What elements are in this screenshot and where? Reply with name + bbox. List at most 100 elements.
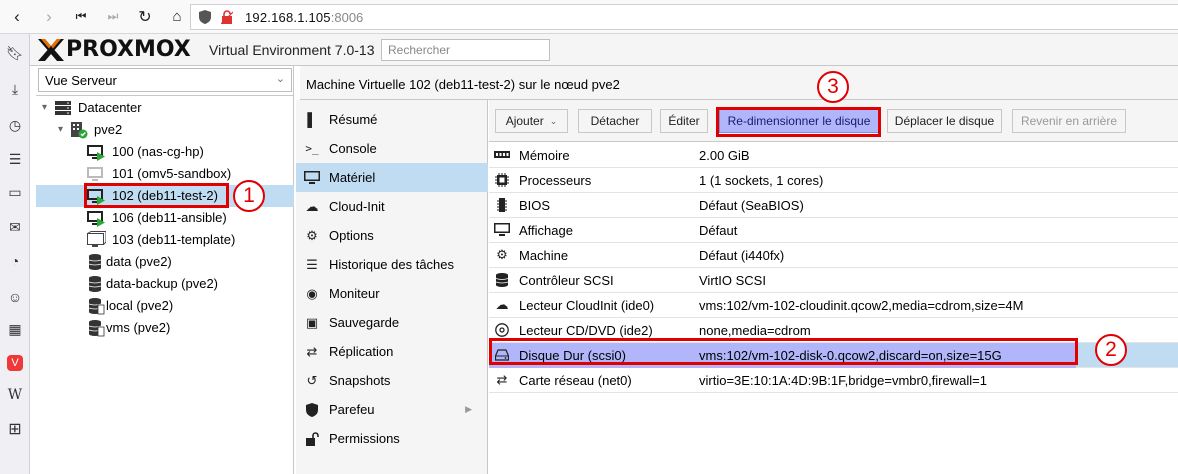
annotation-number-1: 1 [233, 180, 265, 212]
nav-label: Résumé [329, 112, 378, 127]
wikipedia-icon[interactable]: W [4, 384, 26, 406]
nav-item-task-history[interactable]: ☰ Historique des tâches [296, 250, 488, 279]
tree-label-datacenter: Datacenter [78, 100, 142, 115]
nav-item-replication[interactable]: ⇄ Réplication [296, 337, 488, 366]
gear-icon: ⚙ [306, 227, 318, 243]
hw-row-memory[interactable]: Mémoire 2.00 GiB [489, 143, 1178, 168]
hw-name: Contrôleur SCSI [519, 272, 614, 288]
hw-row-cloudinit[interactable]: ☁ Lecteur CloudInit (ide0) vms:102/vm-10… [489, 293, 1178, 318]
hw-row-machine[interactable]: ⚙ Machine Défaut (i440fx) [489, 243, 1178, 268]
back-icon[interactable]: ‹ [2, 3, 32, 31]
clock-icon[interactable]: ◷ [4, 114, 26, 136]
skip-forward-icon[interactable]: ⏭ [98, 3, 128, 31]
hardware-grid: Mémoire 2.00 GiB Processeurs 1 (1 socket… [489, 143, 1178, 474]
hw-value: Défaut (SeaBIOS) [699, 197, 804, 213]
collapse-icon[interactable]: ▾ [42, 102, 52, 113]
add-panel-icon[interactable]: ⊞ [4, 418, 26, 440]
nav-item-cloudinit[interactable]: ☁ Cloud-Init [296, 192, 488, 221]
reload-icon[interactable]: ↻ [130, 3, 160, 31]
move-disk-button[interactable]: Déplacer le disque [887, 109, 1002, 133]
tree-item-vm[interactable]: 100 (nas-cg-hp) [36, 141, 294, 163]
product-version: Virtual Environment 7.0-13 [209, 42, 375, 58]
view-select[interactable]: Vue Serveur ⌄ [38, 68, 292, 92]
add-button[interactable]: Ajouter ⌄ [495, 109, 568, 133]
hw-value: Défaut (i440fx) [699, 247, 785, 263]
nav-item-options[interactable]: ⚙ Options [296, 221, 488, 250]
bookmark-icon[interactable]: 🔖︎ [4, 42, 26, 64]
logo-text: PROXMOX [66, 37, 191, 62]
nav-item-console[interactable]: >_ Console [296, 134, 488, 163]
database-icon [88, 298, 105, 315]
pve-header: PROXMOX Virtual Environment 7.0-13 Reche… [30, 34, 1178, 66]
nav-item-snapshots[interactable]: ↺ Snapshots [296, 366, 488, 395]
mail-icon[interactable]: ✉ [4, 216, 26, 238]
url-port: :8006 [330, 9, 364, 25]
hw-value: 2.00 GiB [699, 147, 750, 163]
vivaldi-icon[interactable]: V [4, 352, 26, 374]
window-icon[interactable]: ▭ [4, 181, 26, 203]
tree-item-datacenter[interactable]: ▾ Datacenter [36, 97, 294, 119]
hw-row-display[interactable]: Affichage Défaut [489, 218, 1178, 243]
hw-name: Lecteur CloudInit (ide0) [519, 297, 655, 313]
resize-disk-button[interactable]: Re-dimensionner le disque [719, 109, 879, 133]
tree-item-node[interactable]: ▾ pve2 [36, 119, 294, 141]
cloud-icon: ☁ [305, 198, 319, 214]
hw-row-bios[interactable]: BIOS Défaut (SeaBIOS) [489, 193, 1178, 218]
revert-button[interactable]: Revenir en arrière [1012, 109, 1126, 133]
nav-item-permissions[interactable]: Permissions [296, 424, 488, 453]
tree-item-storage[interactable]: local (pve2) [36, 295, 294, 317]
forward-icon[interactable]: › [34, 3, 64, 31]
nav-item-firewall[interactable]: Parefeu ▶ [296, 395, 488, 424]
save-icon: ▣ [305, 314, 319, 330]
resource-tree: Vue Serveur ⌄ ▾ Datacenter ▾ pve2 100 (n… [36, 66, 294, 474]
nav-item-backup[interactable]: ▣ Sauvegarde [296, 308, 488, 337]
exchange-icon: ⇄ [496, 372, 508, 387]
tree-item-storage[interactable]: data (pve2) [36, 251, 294, 273]
hw-row-cdrom[interactable]: Lecteur CD/DVD (ide2) none,media=cdrom [489, 318, 1178, 343]
memory-icon [493, 146, 511, 164]
edit-button[interactable]: Éditer [660, 109, 708, 133]
nav-label: Sauvegarde [329, 315, 400, 330]
nav-label: Moniteur [329, 286, 380, 301]
nav-item-monitor[interactable]: ◉ Moniteur [296, 279, 488, 308]
tree-label-storage: local (pve2) [106, 298, 174, 313]
download-icon[interactable]: ⤓ [4, 78, 26, 100]
insecure-lock-icon [221, 10, 233, 24]
hw-value: 1 (1 sockets, 1 cores) [699, 172, 824, 188]
hw-name: Processeurs [519, 172, 592, 188]
tree-label-vm: 100 (nas-cg-hp) [112, 144, 204, 159]
address-bar[interactable]: 192.168.1.105:8006 [190, 4, 1178, 30]
hw-name: Carte réseau (net0) [519, 372, 632, 388]
calendar-icon[interactable]: ▦ [4, 318, 26, 340]
tree-item-storage[interactable]: data-backup (pve2) [36, 273, 294, 295]
hw-row-network[interactable]: ⇄ Carte réseau (net0) virtio=3E:10:1A:4D… [489, 368, 1178, 393]
skip-back-icon[interactable]: ⏮ [66, 3, 96, 31]
vm-nav: ▌ Résumé >_ Console Matériel ☁ Cloud-Ini… [296, 100, 488, 474]
chevron-right-icon[interactable]: ▶ [465, 404, 472, 415]
hw-value: virtio=3E:10:1A:4D:9B:1F,bridge=vmbr0,fi… [699, 372, 987, 388]
page-title: Machine Virtuelle 102 (deb11-test-2) sur… [300, 66, 1178, 100]
contacts-icon[interactable]: ☺ [4, 286, 26, 308]
tree-item-template[interactable]: 103 (deb11-template) [36, 229, 294, 251]
hw-row-harddisk[interactable]: Disque Dur (scsi0) vms:102/vm-102-disk-0… [489, 343, 1178, 368]
search-input[interactable]: Rechercher [381, 39, 550, 61]
tree-item-storage[interactable]: vms (pve2) [36, 317, 294, 339]
nav-label: Snapshots [329, 373, 391, 388]
chevron-down-icon: ⌄ [275, 73, 285, 85]
hw-name: BIOS [519, 197, 551, 213]
home-icon[interactable]: ⌂ [162, 3, 192, 31]
unlock-icon [304, 431, 320, 447]
nav-item-hardware[interactable]: Matériel [296, 163, 488, 192]
tree-label-storage: data-backup (pve2) [106, 276, 219, 291]
collapse-icon[interactable]: ▾ [58, 124, 68, 135]
shield-icon [199, 10, 211, 24]
database-icon [493, 271, 511, 289]
detach-button[interactable]: Détacher [578, 109, 652, 133]
database-icon [88, 254, 102, 270]
nav-item-summary[interactable]: ▌ Résumé [296, 105, 488, 134]
rss-icon[interactable]: ◔ [4, 250, 26, 272]
hw-row-cpu[interactable]: Processeurs 1 (1 sockets, 1 cores) [489, 168, 1178, 193]
notes-icon[interactable]: ☰ [4, 148, 26, 170]
hw-row-scsi[interactable]: Contrôleur SCSI VirtIO SCSI [489, 268, 1178, 293]
nav-label: Réplication [329, 344, 394, 359]
